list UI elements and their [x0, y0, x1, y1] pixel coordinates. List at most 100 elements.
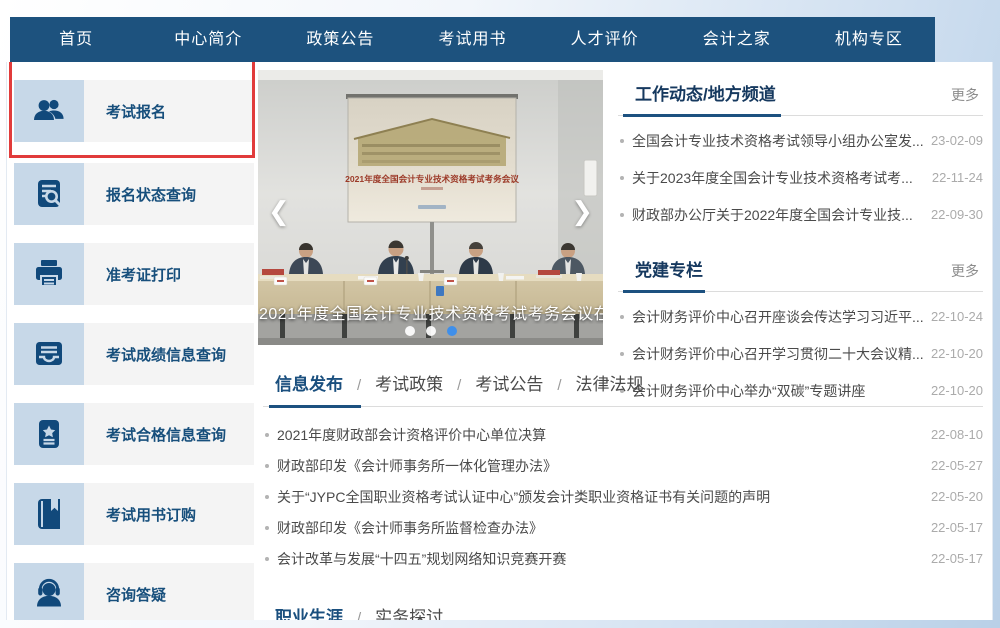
certificate-star-icon [14, 403, 84, 465]
news-list: 2021年度财政部会计资格评价中心单位决算 22-08-10 财政部印发《会计师… [263, 419, 983, 574]
users-icon [14, 80, 84, 142]
active-tab-underline [269, 405, 361, 408]
section-title[interactable]: 党建专栏 [635, 256, 703, 281]
news-date: 22-05-27 [931, 458, 983, 473]
news-item[interactable]: 关于“JYPC全国职业资格考试认证中心”颁发会计类职业资格证书有关问题的声明 2… [263, 481, 983, 512]
main-panel: 考试报名 报名状态查询 [6, 62, 993, 620]
nav-item-accounting-home[interactable]: 会计之家 [671, 17, 803, 62]
sidebar-item-exam-score-query[interactable]: 考试成绩信息查询 [14, 323, 254, 385]
sidebar-item-label: 考试用书订购 [84, 483, 254, 545]
top-navbar: 首页 中心简介 政策公告 考试用书 人才评价 会计之家 机构专区 [10, 17, 935, 62]
news-item[interactable]: 财政部印发《会计师事务所监督检查办法》 22-05-17 [263, 512, 983, 543]
printer-icon [14, 243, 84, 305]
bullet-icon [620, 315, 624, 319]
news-title: 财政部印发《会计师事务所一体化管理办法》 [277, 456, 923, 476]
news-item[interactable]: 会计改革与发展“十四五”规划网络知识竞赛开赛 22-05-17 [263, 543, 983, 574]
news-date: 22-10-20 [931, 346, 983, 361]
sidebar-item-label: 准考证打印 [84, 243, 254, 305]
news-date: 22-08-10 [931, 427, 983, 442]
tab-exam-notice[interactable]: 考试公告 [475, 370, 543, 395]
carousel-dot[interactable] [426, 326, 436, 336]
news-item[interactable]: 全国会计专业技术资格考试领导小组办公室发... 23-02-09 [618, 122, 983, 159]
page: 首页 中心简介 政策公告 考试用书 人才评价 会计之家 机构专区 考试 [0, 0, 1000, 628]
news-date: 23-02-09 [931, 133, 983, 148]
headset-icon [14, 563, 84, 620]
sidebar-item-registration-status[interactable]: 报名状态查询 [14, 163, 254, 225]
section-work-news: 工作动态/地方频道 更多 全国会计专业技术资格考试领导小组办公室发... 23-… [618, 80, 983, 233]
sidebar-item-label: 报名状态查询 [84, 163, 254, 225]
sidebar-item-label: 考试成绩信息查询 [84, 323, 254, 385]
bullet-icon [265, 433, 269, 437]
news-title: 会计财务评价中心召开座谈会传达学习习近平... [632, 307, 923, 327]
carousel-dots [258, 326, 603, 336]
nav-item-exam-books[interactable]: 考试用书 [406, 17, 538, 62]
tab-info-release[interactable]: 信息发布 [275, 370, 343, 395]
news-item[interactable]: 关于2023年度全国会计专业技术资格考试考... 22-11-24 [618, 159, 983, 196]
info-tabs: 信息发布 / 考试政策 / 考试公告 / 法律法规 [263, 370, 983, 407]
news-title: 会计改革与发展“十四五”规划网络知识竞赛开赛 [277, 549, 923, 569]
news-item[interactable]: 2021年度财政部会计资格评价中心单位决算 22-08-10 [263, 419, 983, 450]
nav-item-home[interactable]: 首页 [10, 17, 142, 62]
news-item[interactable]: 财政部办公厅关于2022年度全国会计专业技... 22-09-30 [618, 196, 983, 233]
sidebar-item-exam-registration[interactable]: 考试报名 [14, 80, 254, 142]
tab-separator: / [357, 610, 361, 620]
title-underline [623, 114, 781, 117]
news-item[interactable]: 会计财务评价中心召开学习贯彻二十大会议精... 22-10-20 [618, 335, 983, 372]
bullet-icon [265, 526, 269, 530]
career-tabs: 职业生涯 / 实务探讨 [263, 603, 983, 620]
nav-item-org-zone[interactable]: 机构专区 [803, 17, 935, 62]
carousel-dot[interactable] [405, 326, 415, 336]
nav-item-policy-notice[interactable]: 政策公告 [274, 17, 406, 62]
news-date: 22-11-24 [932, 170, 983, 185]
news-item[interactable]: 会计财务评价中心召开座谈会传达学习习近平... 22-10-24 [618, 298, 983, 335]
carousel: 2021年度全国会计专业技术资格考试考务会议 [258, 70, 603, 345]
section-title[interactable]: 工作动态/地方频道 [635, 80, 776, 105]
sidebar-item-label: 考试报名 [84, 80, 254, 142]
news-title: 2021年度财政部会计资格评价中心单位决算 [277, 425, 923, 445]
book-icon [14, 483, 84, 545]
carousel-next-icon[interactable]: ❯ [571, 196, 593, 226]
tab-laws[interactable]: 法律法规 [576, 370, 644, 395]
bullet-icon [265, 557, 269, 561]
bullet-icon [265, 495, 269, 499]
tab-career[interactable]: 职业生涯 [275, 603, 343, 620]
section-header: 党建专栏 更多 [618, 256, 983, 292]
news-title: 全国会计专业技术资格考试领导小组办公室发... [632, 131, 923, 151]
carousel-dot-active[interactable] [447, 326, 457, 336]
news-title: 财政部印发《会计师事务所监督检查办法》 [277, 518, 923, 538]
more-link[interactable]: 更多 [951, 261, 983, 281]
news-date: 22-09-30 [931, 207, 983, 222]
carousel-caption[interactable]: 2021年度全国会计专业技术资格考试考务会议在... [259, 300, 603, 324]
bullet-icon [620, 176, 624, 180]
section-header: 工作动态/地方频道 更多 [618, 80, 983, 116]
tab-practice-discussion[interactable]: 实务探讨 [375, 603, 443, 620]
news-date: 22-05-17 [931, 520, 983, 535]
info-area: 信息发布 / 考试政策 / 考试公告 / 法律法规 2021年度财政部会计资格评… [263, 370, 983, 620]
tab-separator: / [357, 377, 361, 394]
bullet-icon [620, 213, 624, 217]
sidebar-item-label: 考试合格信息查询 [84, 403, 254, 465]
sidebar-item-exam-book-order[interactable]: 考试用书订购 [14, 483, 254, 545]
right-column: 工作动态/地方频道 更多 全国会计专业技术资格考试领导小组办公室发... 23-… [618, 80, 983, 409]
screen-title: 2021年度全国会计专业技术资格考试考务会议 [345, 173, 519, 184]
nav-item-talent-evaluation[interactable]: 人才评价 [539, 17, 671, 62]
inbox-icon [14, 323, 84, 385]
sidebar-item-admission-ticket-print[interactable]: 准考证打印 [14, 243, 254, 305]
news-title: 关于2023年度全国会计专业技术资格考试考... [632, 168, 924, 188]
document-search-icon [14, 163, 84, 225]
news-title: 会计财务评价中心召开学习贯彻二十大会议精... [632, 344, 923, 364]
tab-separator: / [557, 377, 561, 394]
news-title: 财政部办公厅关于2022年度全国会计专业技... [632, 205, 923, 225]
bullet-icon [620, 352, 624, 356]
news-date: 22-05-20 [931, 489, 983, 504]
tab-exam-policy[interactable]: 考试政策 [375, 370, 443, 395]
sidebar-item-label: 咨询答疑 [84, 563, 254, 620]
news-item[interactable]: 财政部印发《会计师事务所一体化管理办法》 22-05-27 [263, 450, 983, 481]
news-title: 关于“JYPC全国职业资格考试认证中心”颁发会计类职业资格证书有关问题的声明 [277, 487, 923, 507]
more-link[interactable]: 更多 [951, 85, 983, 105]
sidebar-item-consultation[interactable]: 咨询答疑 [14, 563, 254, 620]
nav-item-center-intro[interactable]: 中心简介 [142, 17, 274, 62]
carousel-prev-icon[interactable]: ❮ [268, 196, 290, 226]
sidebar-item-exam-pass-query[interactable]: 考试合格信息查询 [14, 403, 254, 465]
bullet-icon [265, 464, 269, 468]
